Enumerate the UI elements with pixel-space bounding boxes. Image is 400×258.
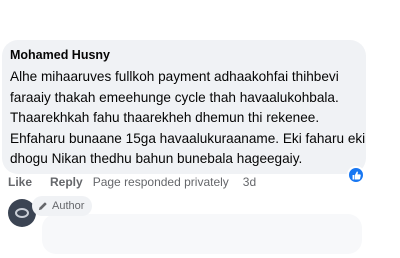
like-reaction-icon[interactable] (347, 166, 365, 184)
pencil-icon (38, 201, 47, 211)
author-badge: Author (32, 196, 93, 216)
reply-bubble (42, 214, 362, 254)
comment-line: Thaarekhkah fahu thaarekheh dhemun thi r… (10, 110, 320, 126)
reply-button[interactable]: Reply (50, 175, 83, 189)
like-button[interactable]: Like (8, 175, 32, 189)
comment-text: Alhe mihaaruves fullkoh payment adhaakoh… (10, 67, 366, 170)
comment-line: dhogu Nikan thedhu bahun bunebala hageeg… (10, 151, 303, 167)
comment-line: Ehfaharu bunaane 15ga havaalukuraaname. … (10, 130, 366, 146)
comment-author-name[interactable]: Mohamed Husny (10, 48, 110, 62)
comment-actions: Like Reply Page responded privately 3d (8, 175, 256, 189)
comment-line: faraaiy thakah emeehunge cycle thah hava… (10, 89, 339, 105)
author-badge-label: Author (52, 200, 85, 212)
comment-bubble: Mohamed Husny Alhe mihaaruves fullkoh pa… (2, 40, 366, 174)
comment-timestamp[interactable]: 3d (243, 175, 256, 189)
comment-line: Alhe mihaaruves fullkoh payment adhaakoh… (10, 69, 339, 84)
page-response-status: Page responded privately (92, 175, 229, 189)
avatar-logo-icon (15, 208, 29, 218)
thumbs-up-icon (352, 171, 361, 179)
